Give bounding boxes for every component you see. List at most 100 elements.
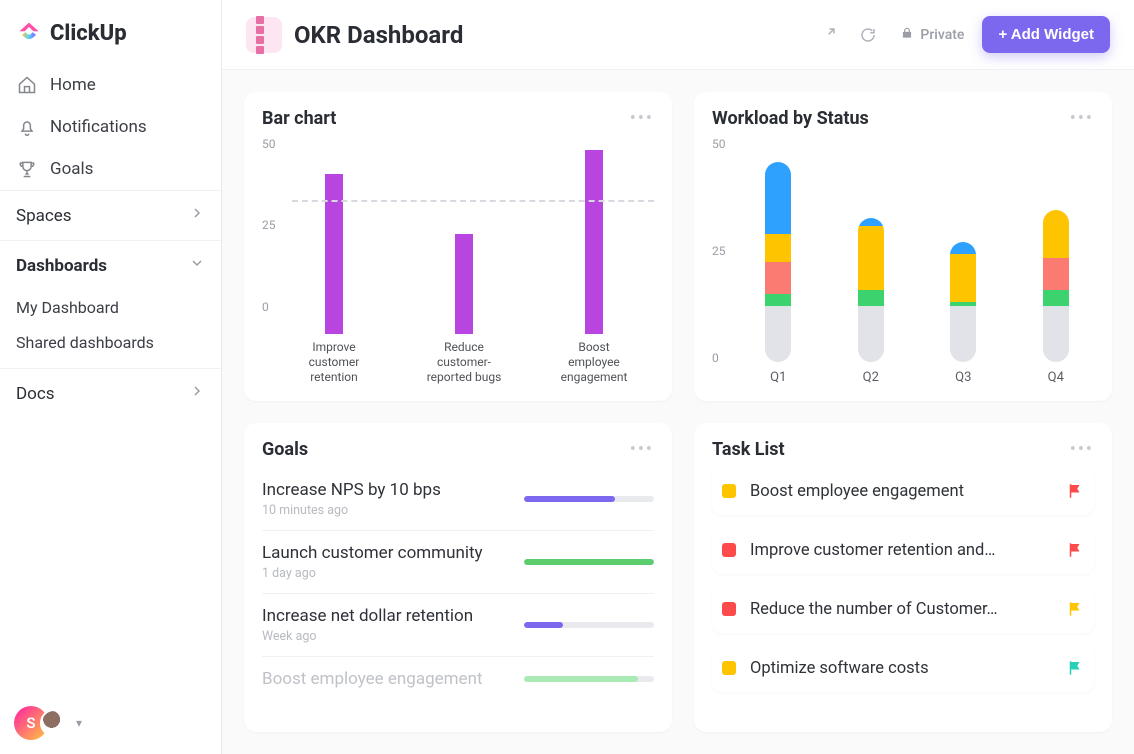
- dashboard-grid: Bar chart ••• 50250Improve customer rete…: [222, 70, 1134, 754]
- status-square-icon: [722, 543, 736, 557]
- sidebar-docs[interactable]: Docs: [0, 368, 221, 418]
- add-widget-button[interactable]: + Add Widget: [982, 16, 1110, 53]
- dashboards-item[interactable]: Shared dashboards: [0, 325, 221, 360]
- refresh-button[interactable]: [854, 21, 882, 49]
- progress-bar: [524, 676, 654, 682]
- brand-logo[interactable]: ClickUp: [0, 0, 221, 64]
- status-square-icon: [722, 602, 736, 616]
- sidebar-dashboards[interactable]: Dashboards: [0, 240, 221, 290]
- page-header: OKR Dashboard Private + Add Widget: [222, 0, 1134, 70]
- progress-bar: [524, 622, 654, 628]
- stack: Q4: [1026, 210, 1087, 385]
- workload-card: Workload by Status ••• 50250Q1Q2Q3Q4: [694, 92, 1112, 401]
- dashboards-list: My Dashboard Shared dashboards: [0, 290, 221, 368]
- clickup-logo-icon: [16, 20, 42, 46]
- page-title: OKR Dashboard: [294, 21, 463, 49]
- expand-button[interactable]: [814, 21, 842, 49]
- progress-bar: [524, 559, 654, 565]
- goal-item[interactable]: Boost employee engagement: [262, 657, 654, 701]
- nav-label: Goals: [50, 159, 93, 179]
- caret-down-icon: ▾: [76, 716, 82, 730]
- nav-home[interactable]: Home: [0, 64, 221, 106]
- user-avatars[interactable]: S ▾: [14, 706, 207, 740]
- nav-notifications[interactable]: Notifications: [0, 106, 221, 148]
- bar-label: Reduce customer-reported bugs: [424, 340, 504, 385]
- card-menu-button[interactable]: •••: [630, 108, 654, 129]
- goal-item[interactable]: Increase net dollar retention Week ago: [262, 594, 654, 657]
- section-label: Docs: [16, 384, 55, 404]
- chevron-right-icon: [189, 205, 205, 226]
- goal-title: Increase NPS by 10 bps: [262, 480, 508, 500]
- task-item[interactable]: Boost employee engagement: [712, 468, 1094, 515]
- goal-timestamp: 1 day ago: [262, 566, 508, 581]
- card-title: Workload by Status: [712, 108, 869, 129]
- flag-icon: [1066, 541, 1084, 559]
- nav-label: Notifications: [50, 117, 147, 137]
- card-title: Goals: [262, 439, 308, 460]
- flag-icon: [1066, 659, 1084, 677]
- stack-label: Q3: [955, 370, 971, 385]
- card-menu-button[interactable]: •••: [1070, 439, 1094, 460]
- bar: [294, 174, 374, 334]
- nav-label: Home: [50, 75, 96, 95]
- stack: Q2: [841, 218, 902, 385]
- primary-nav: Home Notifications Goals: [0, 64, 221, 190]
- sidebar-spaces[interactable]: Spaces: [0, 190, 221, 240]
- lock-icon: [900, 26, 914, 44]
- flag-icon: [1066, 600, 1084, 618]
- bar-label: Boost employee engagement: [554, 340, 634, 385]
- chevron-right-icon: [189, 383, 205, 404]
- goal-timestamp: 10 minutes ago: [262, 503, 508, 518]
- goals-list: Increase NPS by 10 bps 10 minutes ago Laun…: [262, 468, 654, 701]
- card-title: Bar chart: [262, 108, 336, 129]
- privacy-indicator[interactable]: Private: [900, 26, 964, 44]
- task-item[interactable]: Reduce the number of Customer…: [712, 586, 1094, 633]
- goal-title: Increase net dollar retention: [262, 606, 508, 626]
- barchart-card: Bar chart ••• 50250Improve customer rete…: [244, 92, 672, 401]
- task-item[interactable]: Optimize software costs: [712, 645, 1094, 692]
- card-menu-button[interactable]: •••: [1070, 108, 1094, 129]
- nav-goals[interactable]: Goals: [0, 148, 221, 190]
- bar-chart: 50250Improve customer retentionReduce cu…: [262, 137, 654, 385]
- home-icon: [16, 75, 38, 95]
- trophy-icon: [16, 159, 38, 179]
- goal-timestamp: Week ago: [262, 629, 508, 644]
- goal-item[interactable]: Increase NPS by 10 bps 10 minutes ago: [262, 468, 654, 531]
- goal-title: Launch customer community: [262, 543, 508, 563]
- status-square-icon: [722, 661, 736, 675]
- bar-label: Improve customer retention: [294, 340, 374, 385]
- sidebar: ClickUp Home Notifications Goals: [0, 0, 222, 754]
- task-label: Boost employee engagement: [750, 482, 1052, 501]
- task-item[interactable]: Improve customer retention and…: [712, 527, 1094, 574]
- stack: Q3: [933, 242, 994, 385]
- task-list: Boost employee engagement Improve custome…: [712, 468, 1094, 704]
- dashboards-item[interactable]: My Dashboard: [0, 290, 221, 325]
- privacy-label: Private: [920, 27, 964, 43]
- card-title: Task List: [712, 439, 785, 460]
- stack-label: Q2: [863, 370, 879, 385]
- brand-name: ClickUp: [50, 21, 127, 46]
- goals-card: Goals ••• Increase NPS by 10 bps 10 minut…: [244, 423, 672, 733]
- dashboard-icon: [246, 17, 282, 53]
- progress-bar: [524, 496, 654, 502]
- status-square-icon: [722, 484, 736, 498]
- stacked-chart: 50250Q1Q2Q3Q4: [712, 137, 1094, 385]
- avatar: [40, 709, 68, 737]
- section-label: Spaces: [16, 206, 72, 226]
- task-label: Optimize software costs: [750, 659, 1052, 678]
- card-menu-button[interactable]: •••: [630, 439, 654, 460]
- flag-icon: [1066, 482, 1084, 500]
- bell-icon: [16, 117, 38, 137]
- goal-title: Boost employee engagement: [262, 669, 508, 689]
- stack: Q1: [748, 162, 809, 385]
- task-label: Improve customer retention and…: [750, 541, 1052, 560]
- bar: [554, 150, 634, 334]
- section-label: Dashboards: [16, 256, 107, 276]
- bar: [424, 234, 504, 334]
- chevron-down-icon: [189, 255, 205, 276]
- tasklist-card: Task List ••• Boost employee engagement I…: [694, 423, 1112, 733]
- sidebar-footer: S ▾: [0, 692, 221, 754]
- goal-item[interactable]: Launch customer community 1 day ago: [262, 531, 654, 594]
- stack-label: Q4: [1048, 370, 1064, 385]
- main: OKR Dashboard Private + Add Widget Bar c…: [222, 0, 1134, 754]
